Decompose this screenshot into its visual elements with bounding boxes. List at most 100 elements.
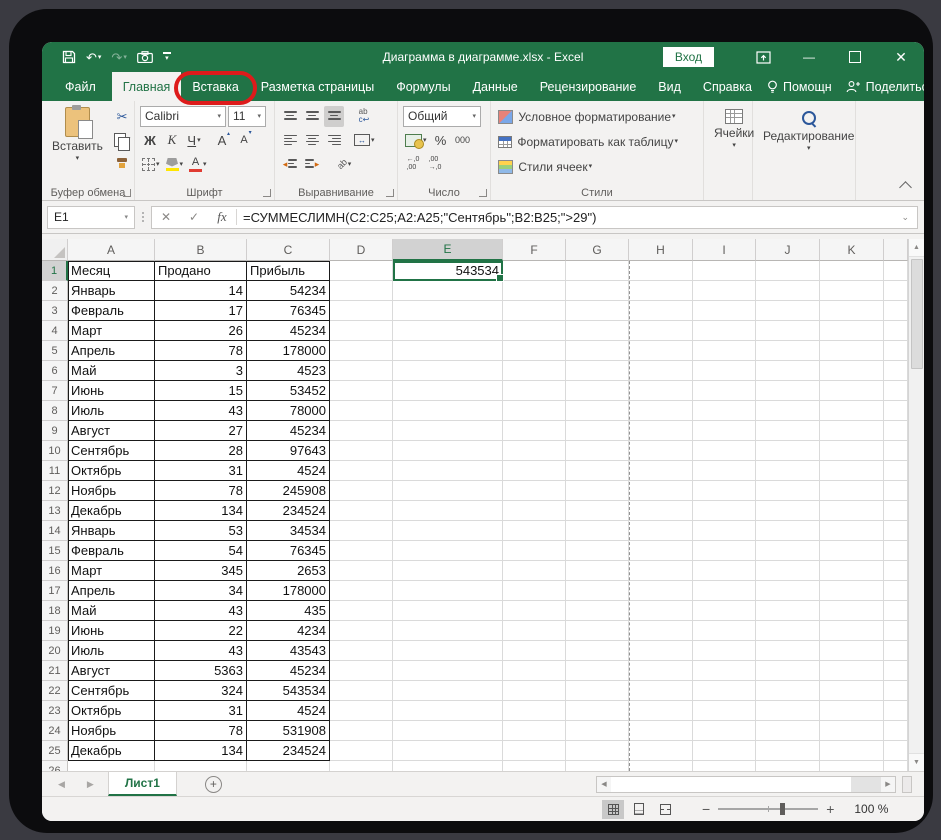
cell-H3[interactable]	[629, 301, 693, 321]
cell-D4[interactable]	[330, 321, 393, 341]
collapse-ribbon-button[interactable]	[899, 181, 912, 194]
row-header-18[interactable]: 18	[42, 601, 68, 621]
normal-view-button[interactable]	[602, 799, 624, 819]
row-header-7[interactable]: 7	[42, 381, 68, 401]
cell-J22[interactable]	[756, 681, 820, 701]
row-header-22[interactable]: 22	[42, 681, 68, 701]
redo-button[interactable]: ↷ ▾	[111, 51, 126, 64]
cell-filler-25[interactable]	[884, 741, 908, 761]
cell-filler-16[interactable]	[884, 561, 908, 581]
cell-E15[interactable]	[393, 541, 503, 561]
cell-C13[interactable]: 234524	[247, 501, 330, 521]
zoom-in-button[interactable]: +	[826, 801, 834, 817]
cell-C2[interactable]: 54234	[247, 281, 330, 301]
paste-button[interactable]: Вставить ▾	[47, 104, 108, 173]
cell-E6[interactable]	[393, 361, 503, 381]
cell-H17[interactable]	[629, 581, 693, 601]
cell-J24[interactable]	[756, 721, 820, 741]
cell-G6[interactable]	[566, 361, 629, 381]
wrap-text-button[interactable]: ab c↩	[354, 106, 374, 127]
cell-J7[interactable]	[756, 381, 820, 401]
cell-K26[interactable]	[820, 761, 884, 771]
font-name-combo[interactable]: Calibri ▾	[140, 105, 226, 127]
cell-D7[interactable]	[330, 381, 393, 401]
minimize-button[interactable]: —	[786, 42, 832, 72]
fill-color-button[interactable]: ▾	[164, 154, 186, 175]
cell-I7[interactable]	[693, 381, 756, 401]
cell-K14[interactable]	[820, 521, 884, 541]
cell-A2[interactable]: Январь	[68, 281, 155, 301]
cell-H12[interactable]	[629, 481, 693, 501]
cell-C24[interactable]: 531908	[247, 721, 330, 741]
cell-D5[interactable]	[330, 341, 393, 361]
cell-K7[interactable]	[820, 381, 884, 401]
save-icon[interactable]	[62, 50, 76, 64]
cell-E5[interactable]	[393, 341, 503, 361]
cell-B25[interactable]: 134	[155, 741, 247, 761]
enter-button[interactable]: ✓	[180, 210, 208, 224]
cell-B10[interactable]: 28	[155, 441, 247, 461]
cell-H6[interactable]	[629, 361, 693, 381]
row-header-26[interactable]: 26	[42, 761, 68, 771]
share-item[interactable]: Поделиться	[842, 80, 924, 94]
close-button[interactable]: ✕	[878, 42, 924, 72]
cell-F11[interactable]	[503, 461, 566, 481]
column-header-A[interactable]: A	[68, 239, 155, 261]
cell-K3[interactable]	[820, 301, 884, 321]
cell-C5[interactable]: 178000	[247, 341, 330, 361]
cell-H23[interactable]	[629, 701, 693, 721]
cell-A10[interactable]: Сентябрь	[68, 441, 155, 461]
cell-A12[interactable]: Ноябрь	[68, 481, 155, 501]
cell-C1[interactable]: Прибыль	[247, 261, 330, 281]
cell-C4[interactable]: 45234	[247, 321, 330, 341]
cell-filler-13[interactable]	[884, 501, 908, 521]
cell-G25[interactable]	[566, 741, 629, 761]
cell-B26[interactable]	[155, 761, 247, 771]
cell-filler-14[interactable]	[884, 521, 908, 541]
cell-K13[interactable]	[820, 501, 884, 521]
font-dialog-launcher[interactable]	[263, 189, 271, 197]
cell-F18[interactable]	[503, 601, 566, 621]
cell-E24[interactable]	[393, 721, 503, 741]
tab-insert[interactable]: Вставка	[174, 71, 257, 105]
cell-E16[interactable]	[393, 561, 503, 581]
cell-H2[interactable]	[629, 281, 693, 301]
cell-D15[interactable]	[330, 541, 393, 561]
cell-C10[interactable]: 97643	[247, 441, 330, 461]
cell-I17[interactable]	[693, 581, 756, 601]
cell-filler-6[interactable]	[884, 361, 908, 381]
cell-K1[interactable]	[820, 261, 884, 281]
cell-B12[interactable]: 78	[155, 481, 247, 501]
cell-G15[interactable]	[566, 541, 629, 561]
cell-H13[interactable]	[629, 501, 693, 521]
cell-G26[interactable]	[566, 761, 629, 771]
cell-filler-2[interactable]	[884, 281, 908, 301]
cell-G20[interactable]	[566, 641, 629, 661]
cell-E25[interactable]	[393, 741, 503, 761]
increase-font-button[interactable]: A ▾	[214, 130, 234, 151]
cell-K17[interactable]	[820, 581, 884, 601]
cell-filler-18[interactable]	[884, 601, 908, 621]
page-break-view-button[interactable]	[654, 800, 676, 819]
cell-G1[interactable]	[566, 261, 629, 281]
format-painter-button[interactable]	[112, 152, 133, 173]
bold-button[interactable]: Ж	[140, 130, 160, 151]
vertical-scroll-thumb[interactable]	[910, 259, 923, 369]
cell-I25[interactable]	[693, 741, 756, 761]
cell-G14[interactable]	[566, 521, 629, 541]
cell-K21[interactable]	[820, 661, 884, 681]
column-header-K[interactable]: K	[820, 239, 884, 261]
number-format-combo[interactable]: Общий ▾	[403, 105, 481, 127]
cell-B11[interactable]: 31	[155, 461, 247, 481]
cell-B1[interactable]: Продано	[155, 261, 247, 281]
cell-J16[interactable]	[756, 561, 820, 581]
cell-G23[interactable]	[566, 701, 629, 721]
cell-filler-1[interactable]	[884, 261, 908, 281]
cell-K8[interactable]	[820, 401, 884, 421]
zoom-slider[interactable]	[718, 803, 819, 815]
borders-button[interactable]: ▾	[140, 154, 162, 175]
cell-I18[interactable]	[693, 601, 756, 621]
cell-H16[interactable]	[629, 561, 693, 581]
cell-K23[interactable]	[820, 701, 884, 721]
align-middle-button[interactable]	[302, 106, 322, 127]
